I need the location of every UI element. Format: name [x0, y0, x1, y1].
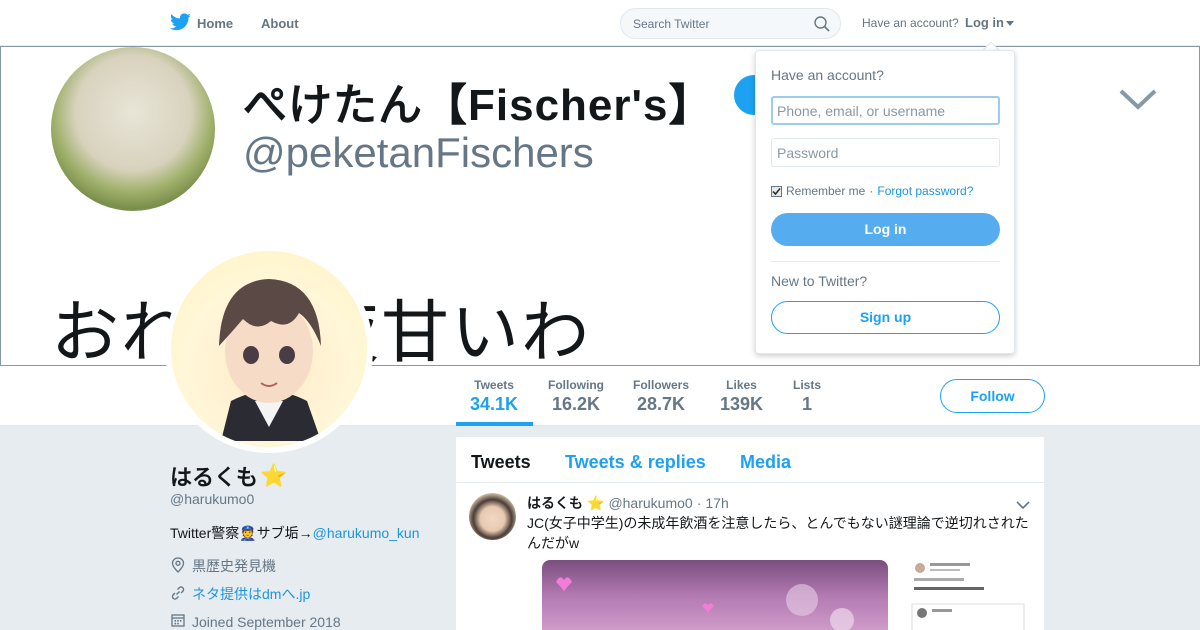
nav-home-link[interactable]: Home — [170, 13, 233, 34]
stat-following[interactable]: Following 16.2K — [548, 378, 604, 415]
new-to-twitter-text: New to Twitter? — [771, 273, 868, 289]
website-link[interactable]: ネタ提供はdmへ.jp — [192, 584, 310, 604]
tab-tweets-and-replies[interactable]: Tweets & replies — [565, 452, 706, 473]
tweet-timestamp[interactable]: 17h — [705, 495, 728, 511]
location-text: 黒歴史発見機 — [192, 558, 276, 574]
login-dropdown-toggle[interactable]: Log in — [965, 15, 1014, 30]
profile-bio-link[interactable]: @harukumo_kun — [313, 525, 420, 541]
banner-name-text: ぺけたん【Fischer's】 — [243, 81, 714, 130]
avatar-image — [171, 251, 367, 447]
stat-label: Likes — [726, 378, 757, 392]
forgot-password-link[interactable]: Forgot password? — [877, 184, 973, 198]
tweet-text: JC(女子中学生)の未成年飲酒を注意したら、とんでもない謎理論で逆切れされたんだ… — [527, 515, 1029, 551]
joined-text: Joined September 2018 — [192, 613, 341, 630]
profile-bio-text: Twitter警察👮サブ垢→ — [170, 525, 313, 541]
profile-name-text: はるくも — [170, 465, 259, 490]
nav-home-label: Home — [197, 16, 234, 31]
timeline-tabs: Tweets Tweets & replies Media — [456, 437, 1044, 483]
search-input[interactable]: Search Twitter — [620, 8, 841, 39]
location-pin-icon — [170, 556, 186, 576]
tweet-author-name[interactable]: はるくも — [527, 493, 583, 513]
tweet-media-screenshot[interactable] — [908, 560, 1028, 630]
signup-button[interactable]: Sign up — [771, 301, 1000, 334]
calendar-icon — [170, 612, 186, 630]
star-icon: ⭐ — [587, 494, 605, 511]
stat-label: Lists — [793, 378, 822, 392]
stat-label: Followers — [633, 378, 690, 392]
remember-me-checkbox[interactable] — [771, 185, 782, 197]
profile-bio: Twitter警察👮サブ垢→@harukumo_kun — [170, 523, 420, 543]
tweet[interactable]: はるくも ⭐ @harukumo0 · 17h JC(女子中学生)の未成年飲酒を… — [456, 483, 1044, 630]
stat-value: 28.7K — [636, 394, 686, 414]
tab-media[interactable]: Media — [740, 452, 791, 473]
stat-label: Following — [548, 378, 604, 392]
login-button[interactable]: Log in — [771, 213, 1000, 246]
remember-me-row: Remember me · Forgot password? — [771, 184, 973, 198]
profile-handle[interactable]: @harukumo0 — [170, 491, 254, 507]
tab-tweets[interactable]: Tweets — [471, 452, 531, 473]
dropdown-divider — [771, 261, 1000, 262]
stat-value: 139K — [720, 394, 764, 414]
stat-label: Tweets — [474, 378, 514, 392]
stat-likes[interactable]: Likes 139K — [720, 378, 763, 415]
chevron-down-icon — [1119, 87, 1157, 116]
search-icon[interactable] — [814, 16, 830, 37]
tweet-header: はるくも ⭐ @harukumo0 · 17h — [527, 493, 729, 513]
login-link-label: Log in — [965, 15, 1004, 30]
nav-about-link[interactable]: About — [261, 16, 299, 31]
remember-me-label[interactable]: Remember me — [786, 184, 865, 198]
dropdown-title: Have an account? — [771, 67, 884, 83]
timeline: Tweets Tweets & replies Media はるくも ⭐ @ha… — [456, 437, 1044, 630]
tweet-media-image[interactable] — [542, 560, 888, 630]
stat-followers[interactable]: Followers 28.7K — [633, 378, 689, 415]
twitter-bird-icon — [170, 13, 191, 34]
stat-value: 16.2K — [551, 394, 601, 414]
banner-handle-text: @peketanFischers — [243, 129, 594, 176]
stat-value: 1 — [802, 394, 813, 414]
profile-joined: Joined September 2018 — [170, 612, 341, 630]
caret-down-icon — [1006, 15, 1014, 30]
follow-button[interactable]: Follow — [940, 379, 1045, 413]
tweet-author-handle[interactable]: @harukumo0 — [608, 495, 692, 511]
profile-location: 黒歴史発見機 — [170, 556, 276, 576]
profile-name: はるくも ⭐ — [170, 460, 287, 492]
top-navigation: Home About Search Twitter Have an accoun… — [0, 0, 1200, 46]
have-account-text: Have an account? — [862, 16, 959, 30]
profile-avatar[interactable] — [165, 245, 373, 453]
username-field[interactable]: Phone, email, or username — [771, 96, 1000, 125]
stat-tweets[interactable]: Tweets 34.1K — [470, 378, 518, 415]
link-icon — [170, 585, 186, 604]
stat-lists[interactable]: Lists 1 — [793, 378, 821, 415]
search-placeholder: Search Twitter — [633, 17, 710, 31]
tweet-avatar[interactable] — [469, 493, 516, 540]
active-stat-underline — [456, 422, 533, 426]
tweet-separator: · — [696, 495, 702, 511]
login-dropdown: Have an account? Phone, email, or userna… — [755, 50, 1015, 354]
password-field[interactable]: Password — [771, 138, 1000, 167]
profile-website: ネタ提供はdmへ.jp — [170, 584, 310, 604]
banner-avatar-image — [51, 47, 215, 211]
star-icon: ⭐ — [260, 463, 288, 488]
stat-value: 34.1K — [470, 394, 519, 414]
remember-separator: · — [869, 184, 874, 198]
